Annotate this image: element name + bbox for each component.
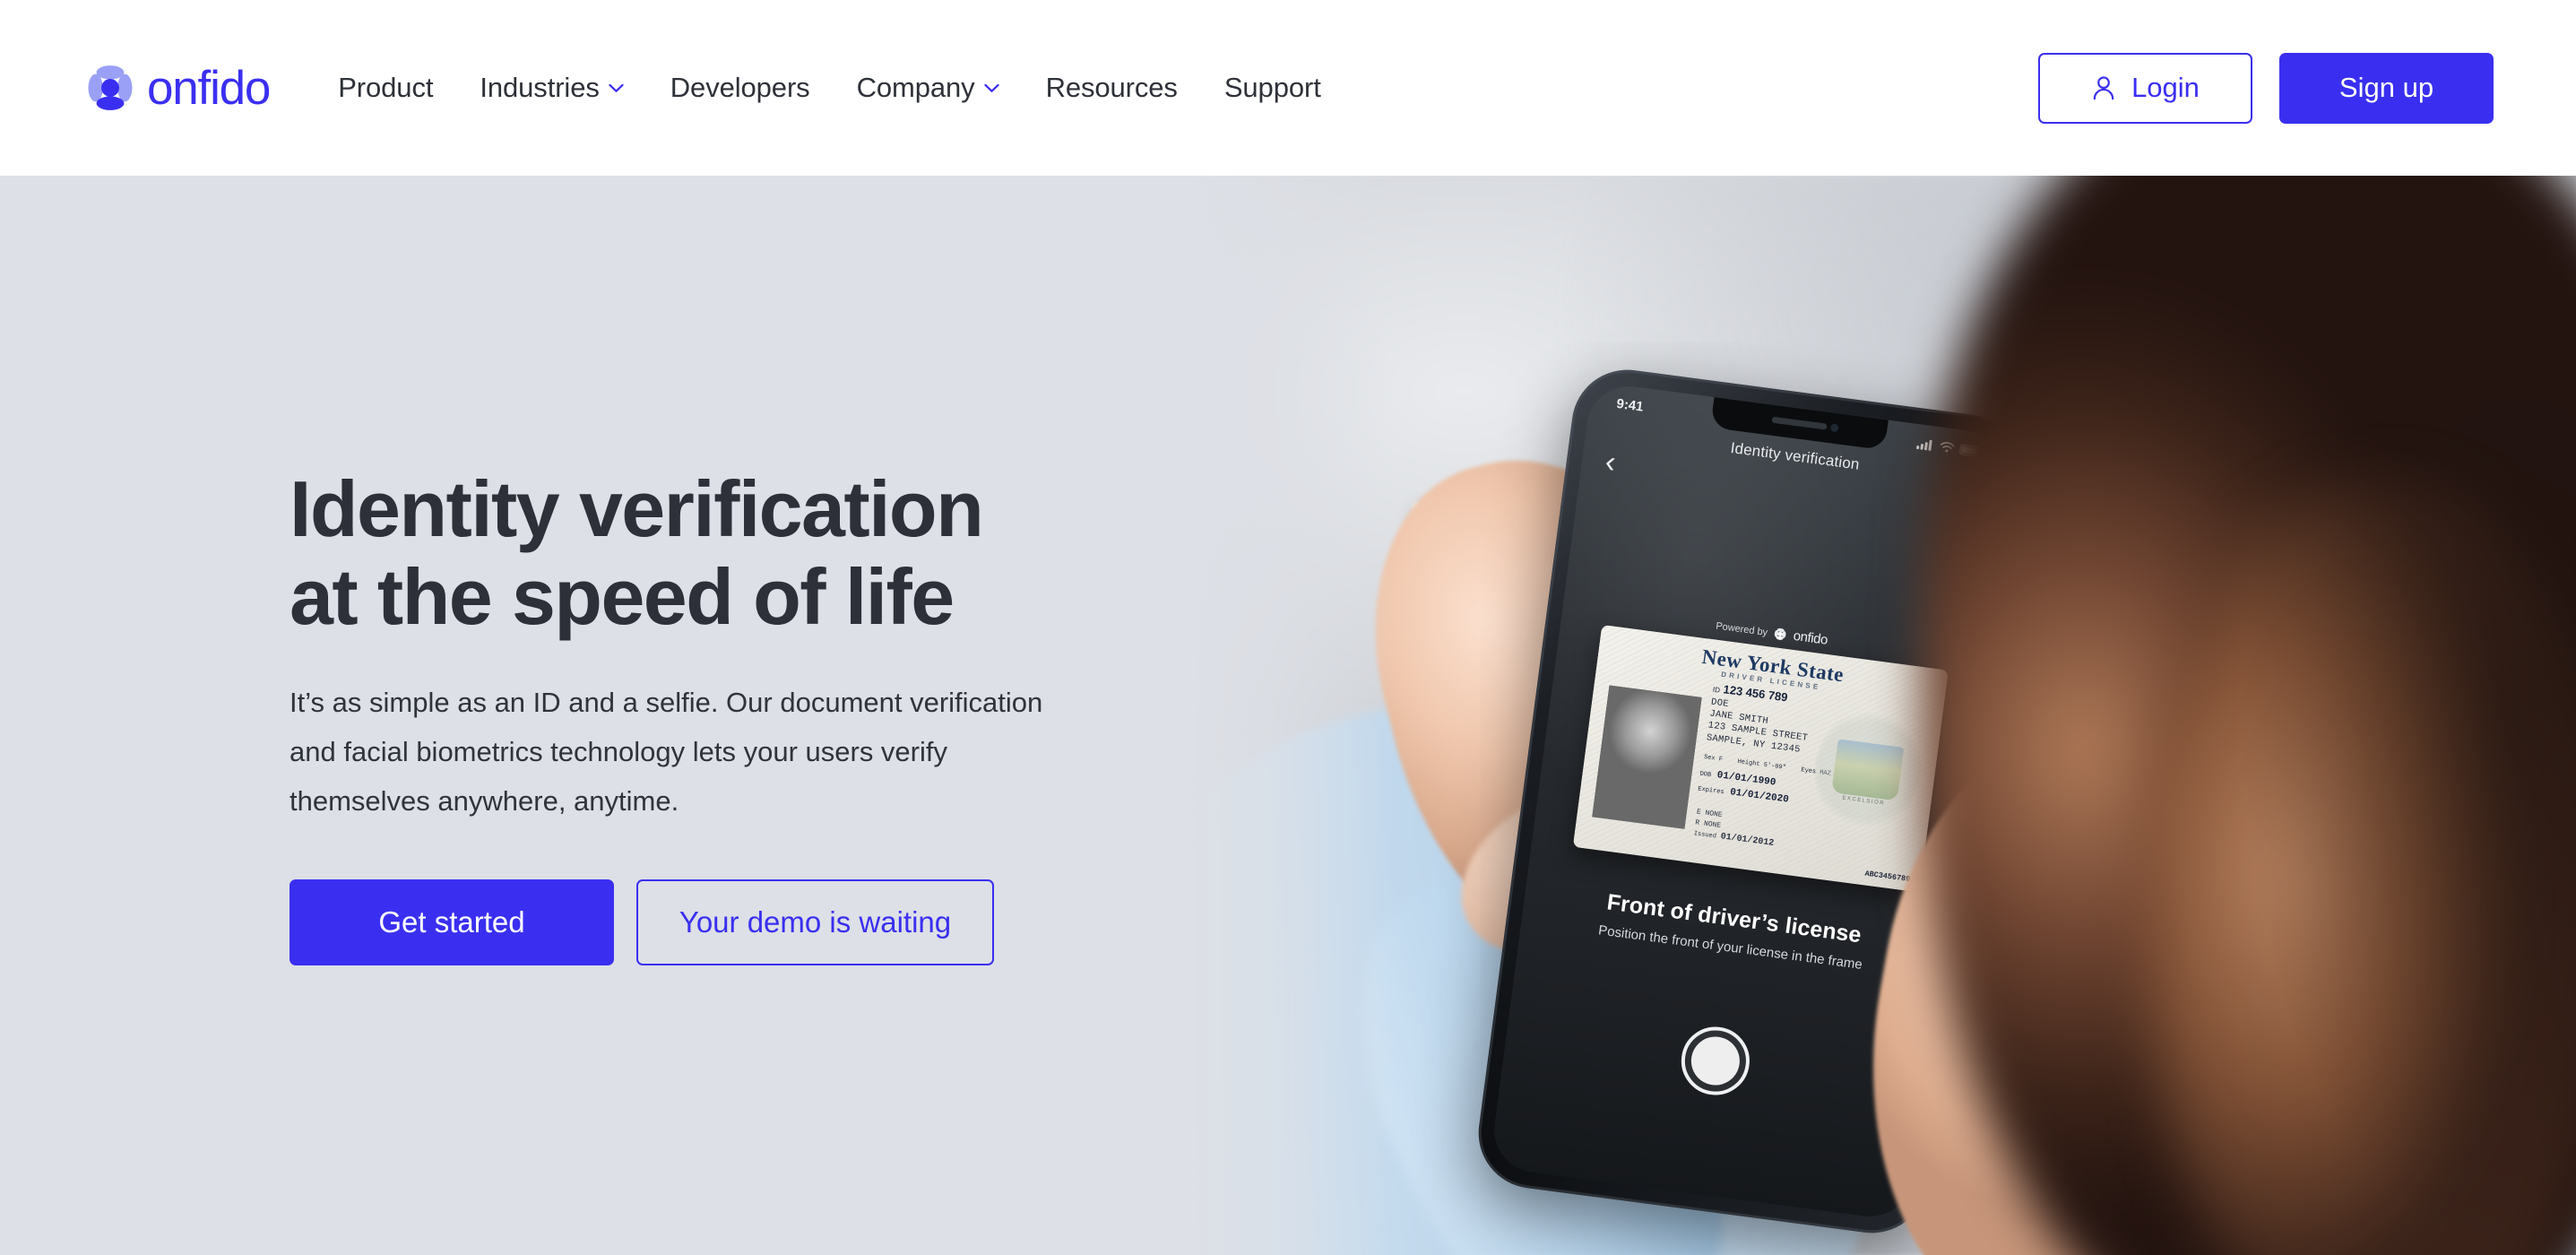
demo-button[interactable]: Your demo is waiting <box>636 879 994 966</box>
hero-title-line-2: at the speed of life <box>290 552 955 642</box>
person-face-blurred <box>2146 480 2576 1255</box>
main-navigation: Product Industries Developers Company Re… <box>315 0 1344 176</box>
signup-button[interactable]: Sign up <box>2279 52 2494 124</box>
nav-item-product[interactable]: Product <box>315 72 456 104</box>
state-seal-icon: EXCELSIOR <box>1807 702 1929 838</box>
onfido-mark-small-icon <box>1775 628 1786 640</box>
page-title: Identity verification at the speed of li… <box>290 463 1186 642</box>
license-restrictions: E NONE R NONE Issued 01/01/2012 <box>1693 807 1777 851</box>
demo-label: Your demo is waiting <box>679 905 952 939</box>
chevron-down-icon <box>609 83 624 92</box>
nav-item-company[interactable]: Company <box>834 72 1023 104</box>
hero-photograph: 9:41 Identity verification ‹ Powered by … <box>1187 176 2576 1255</box>
license-height-value: 5'-09" <box>1763 761 1787 772</box>
drivers-license-card: New York State DRIVER LICENSE ID 123 456… <box>1572 624 1949 893</box>
header-actions: Login Sign up <box>2038 52 2494 124</box>
nav-label: Resources <box>1045 72 1178 103</box>
nav-label: Company <box>856 72 975 103</box>
license-dates: DOB 01/01/1990 Expires 01/01/2020 <box>1697 766 1791 808</box>
nav-item-developers[interactable]: Developers <box>647 72 834 104</box>
hero-cta-group: Get started Your demo is waiting <box>290 879 1186 966</box>
nav-item-resources[interactable]: Resources <box>1023 72 1201 104</box>
license-sex-value: F <box>1718 756 1724 764</box>
cellular-signal-icon <box>1916 439 1932 451</box>
state-seal-crest <box>1831 739 1905 801</box>
brand-logo-link[interactable]: onfido <box>84 0 271 176</box>
hero-copy: Identity verification at the speed of li… <box>290 176 1186 1255</box>
onfido-logo-icon <box>88 65 133 110</box>
nav-label: Industries <box>480 72 600 103</box>
nav-label: Product <box>338 72 434 103</box>
license-id-label: ID <box>1712 685 1721 695</box>
hero-subtitle: It’s as simple as an ID and a selfie. Ou… <box>290 686 1043 818</box>
signup-label: Sign up <box>2338 72 2434 103</box>
nav-label: Support <box>1223 72 1321 103</box>
login-button[interactable]: Login <box>2038 52 2252 124</box>
license-name-address: DOE JANE SMITH 123 SAMPLE STREET SAMPLE,… <box>1706 697 1811 757</box>
license-expires-label: Expires <box>1697 784 1725 796</box>
chevron-down-icon <box>983 83 999 92</box>
nav-item-industries[interactable]: Industries <box>456 72 646 104</box>
get-started-button[interactable]: Get started <box>290 879 614 966</box>
shutter-inner <box>1688 1034 1743 1088</box>
photo-left-fade <box>1187 176 1393 1255</box>
license-dob-label: DOB <box>1699 770 1712 780</box>
hero-title-line-1: Identity verification <box>290 463 984 553</box>
license-serial: ABC3456789 <box>1863 869 1911 885</box>
brand-name: onfido <box>147 61 271 115</box>
license-sex-label: Sex <box>1703 753 1716 763</box>
nav-label: Developers <box>670 72 810 103</box>
login-label: Login <box>2131 72 2200 103</box>
hero-section: 9:41 Identity verification ‹ Powered by … <box>0 176 2576 1255</box>
license-portrait-photo <box>1592 685 1702 829</box>
nav-item-support[interactable]: Support <box>1201 72 1344 104</box>
site-header: onfido Product Industries Developers Com… <box>0 0 2576 176</box>
license-issued-label: Issued <box>1693 830 1717 841</box>
get-started-label: Get started <box>378 905 525 939</box>
user-icon <box>2093 76 2114 100</box>
license-height-label: Height <box>1736 757 1760 769</box>
